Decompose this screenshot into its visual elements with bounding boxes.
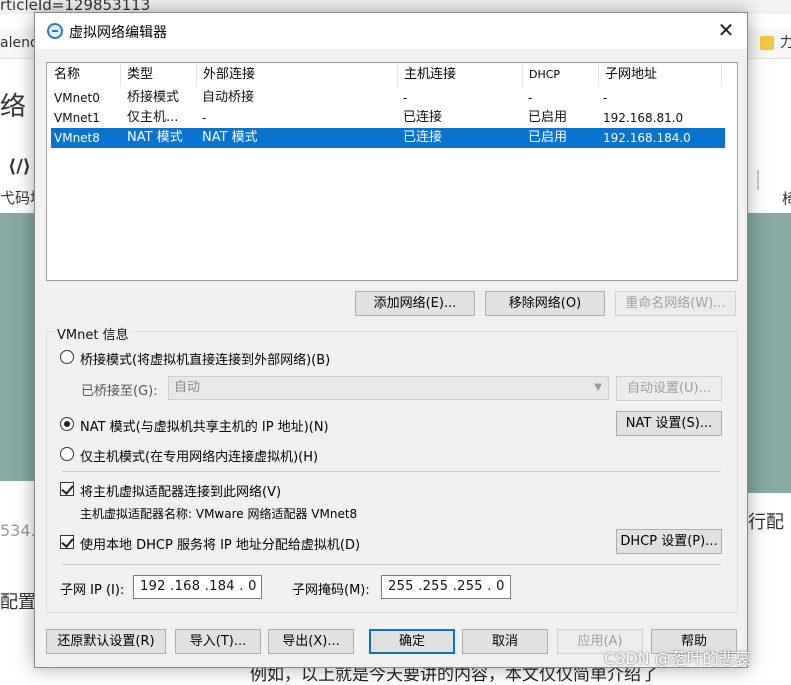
cell-host: 已连接 <box>403 130 443 145</box>
bridged-mode-radio[interactable] <box>60 350 74 364</box>
background-right-text: 行配 <box>748 512 784 533</box>
nat-mode-radio[interactable] <box>60 417 74 431</box>
cell-external: 自动桥接 <box>202 90 255 105</box>
background-left-text: 配置 <box>0 592 36 613</box>
cell-subnet: 192.168.184.0 <box>603 131 691 145</box>
network-globe-icon <box>47 23 63 39</box>
cell-external: - <box>202 111 207 125</box>
cell-name: VMnet8 <box>54 131 100 145</box>
ok-button[interactable]: 确定 <box>369 629 455 654</box>
host-only-mode-label[interactable]: 仅主机模式(在专用网络内连接虚拟机)(H) <box>80 446 318 465</box>
cell-host: 已连接 <box>403 110 443 125</box>
cell-name: VMnet0 <box>54 91 100 105</box>
cell-subnet: 192.168.81.0 <box>603 111 684 125</box>
csdn-watermark: CSDN @落叶的悲哀 <box>604 649 751 668</box>
column-header-dhcp[interactable]: DHCP <box>524 63 599 87</box>
dhcp-checkbox[interactable] <box>60 535 74 549</box>
adapter-name-label: 主机虚拟适配器名称: VMware 网络适配器 VMnet8 <box>80 507 358 521</box>
close-button[interactable]: ✕ <box>711 17 741 45</box>
column-header-subnet[interactable]: 子网地址 <box>600 63 722 87</box>
column-header-external[interactable]: 外部连接 <box>198 63 398 87</box>
background-number: 534. <box>0 521 36 540</box>
column-header-type[interactable]: 类型 <box>122 63 197 87</box>
host-only-mode-radio[interactable] <box>60 447 74 461</box>
cell-dhcp: 已启用 <box>528 110 568 125</box>
cell-host: - <box>403 91 408 105</box>
export-button[interactable]: 导出(X)... <box>268 629 354 654</box>
bridged-to-select[interactable]: 自动 ▼ <box>168 376 609 400</box>
dhcp-label[interactable]: 使用本地 DHCP 服务将 IP 地址分配给虚拟机(D) <box>80 534 360 553</box>
column-header-host[interactable]: 主机连接 <box>399 63 523 87</box>
background-divider <box>757 170 759 190</box>
cell-dhcp: 已启用 <box>528 130 568 145</box>
restore-defaults-button[interactable]: 还原默认设置(R) <box>46 629 166 654</box>
bridged-to-label: 已桥接至(G): <box>81 384 158 399</box>
vmnet-info-group <box>46 331 738 613</box>
background-heading: 络 <box>0 92 27 122</box>
connect-adapter-label[interactable]: 将主机虚拟适配器连接到此网络(V) <box>80 481 281 500</box>
bridged-mode-label[interactable]: 桥接模式(将虚拟机直接连接到外部网络)(B) <box>80 349 330 368</box>
cell-type: 仅主机... <box>127 110 179 125</box>
background-right-label: 椅 <box>782 190 791 208</box>
remove-network-button[interactable]: 移除网络(O) <box>485 291 605 316</box>
table-row[interactable]: VMnet0 桥接模式 自动桥接 - - - <box>51 88 725 108</box>
nat-settings-button[interactable]: NAT 设置(S)... <box>616 411 722 436</box>
cell-type: NAT 模式 <box>127 130 183 145</box>
bridged-to-value: 自动 <box>174 380 201 395</box>
cell-external: NAT 模式 <box>202 130 258 145</box>
title-bar[interactable]: 虚拟网络编辑器 ✕ <box>35 13 747 49</box>
connect-adapter-checkbox[interactable] <box>60 482 74 496</box>
divider <box>62 471 721 472</box>
subnet-ip-input[interactable]: 192 .168 .184 . 0 <box>133 575 262 599</box>
auto-settings-button[interactable]: 自动设置(U)... <box>616 376 722 401</box>
table-row-selected[interactable]: VMnet8 NAT 模式 NAT 模式 已连接 已启用 192.168.184… <box>51 128 725 148</box>
network-list[interactable]: 名称 类型 外部连接 主机连接 DHCP 子网地址 VMnet0 桥接模式 自动… <box>46 62 738 281</box>
network-list-header: 名称 类型 外部连接 主机连接 DHCP 子网地址 <box>47 63 737 87</box>
close-icon: ✕ <box>717 18 735 42</box>
table-row[interactable]: VMnet1 仅主机... - 已连接 已启用 192.168.81.0 <box>51 108 725 128</box>
code-icon: ⟨/⟩ <box>8 156 32 177</box>
background-image-right <box>748 213 791 493</box>
folder-icon <box>760 36 774 50</box>
background-image-left <box>0 213 36 481</box>
rename-network-button[interactable]: 重命名网络(W)... <box>615 291 736 316</box>
subnet-ip-label: 子网 IP (I): <box>60 583 125 598</box>
column-header-name[interactable]: 名称 <box>49 63 121 87</box>
cell-dhcp: - <box>528 91 533 105</box>
background-folder-text: 力 <box>780 35 791 51</box>
cell-subnet: - <box>603 91 608 105</box>
import-button[interactable]: 导入(T)... <box>175 629 261 654</box>
cell-type: 桥接模式 <box>127 90 180 105</box>
add-network-button[interactable]: 添加网络(E)... <box>355 291 475 316</box>
dhcp-settings-button[interactable]: DHCP 设置(P)... <box>616 529 722 554</box>
chevron-down-icon: ▼ <box>594 382 602 393</box>
cell-name: VMnet1 <box>54 111 100 125</box>
cancel-button[interactable]: 取消 <box>462 629 548 654</box>
dialog-title: 虚拟网络编辑器 <box>69 25 167 41</box>
subnet-mask-label: 子网掩码(M): <box>292 583 370 598</box>
vmnet-info-label: VMnet 信息 <box>54 324 132 343</box>
divider <box>62 564 721 565</box>
nat-mode-label[interactable]: NAT 模式(与虚拟机共享主机的 IP 地址)(N) <box>80 416 329 435</box>
subnet-mask-input[interactable]: 255 .255 .255 . 0 <box>381 575 511 599</box>
virtual-network-editor-dialog: 虚拟网络编辑器 ✕ 名称 类型 外部连接 主机连接 DHCP 子网地址 VMne… <box>34 12 748 668</box>
